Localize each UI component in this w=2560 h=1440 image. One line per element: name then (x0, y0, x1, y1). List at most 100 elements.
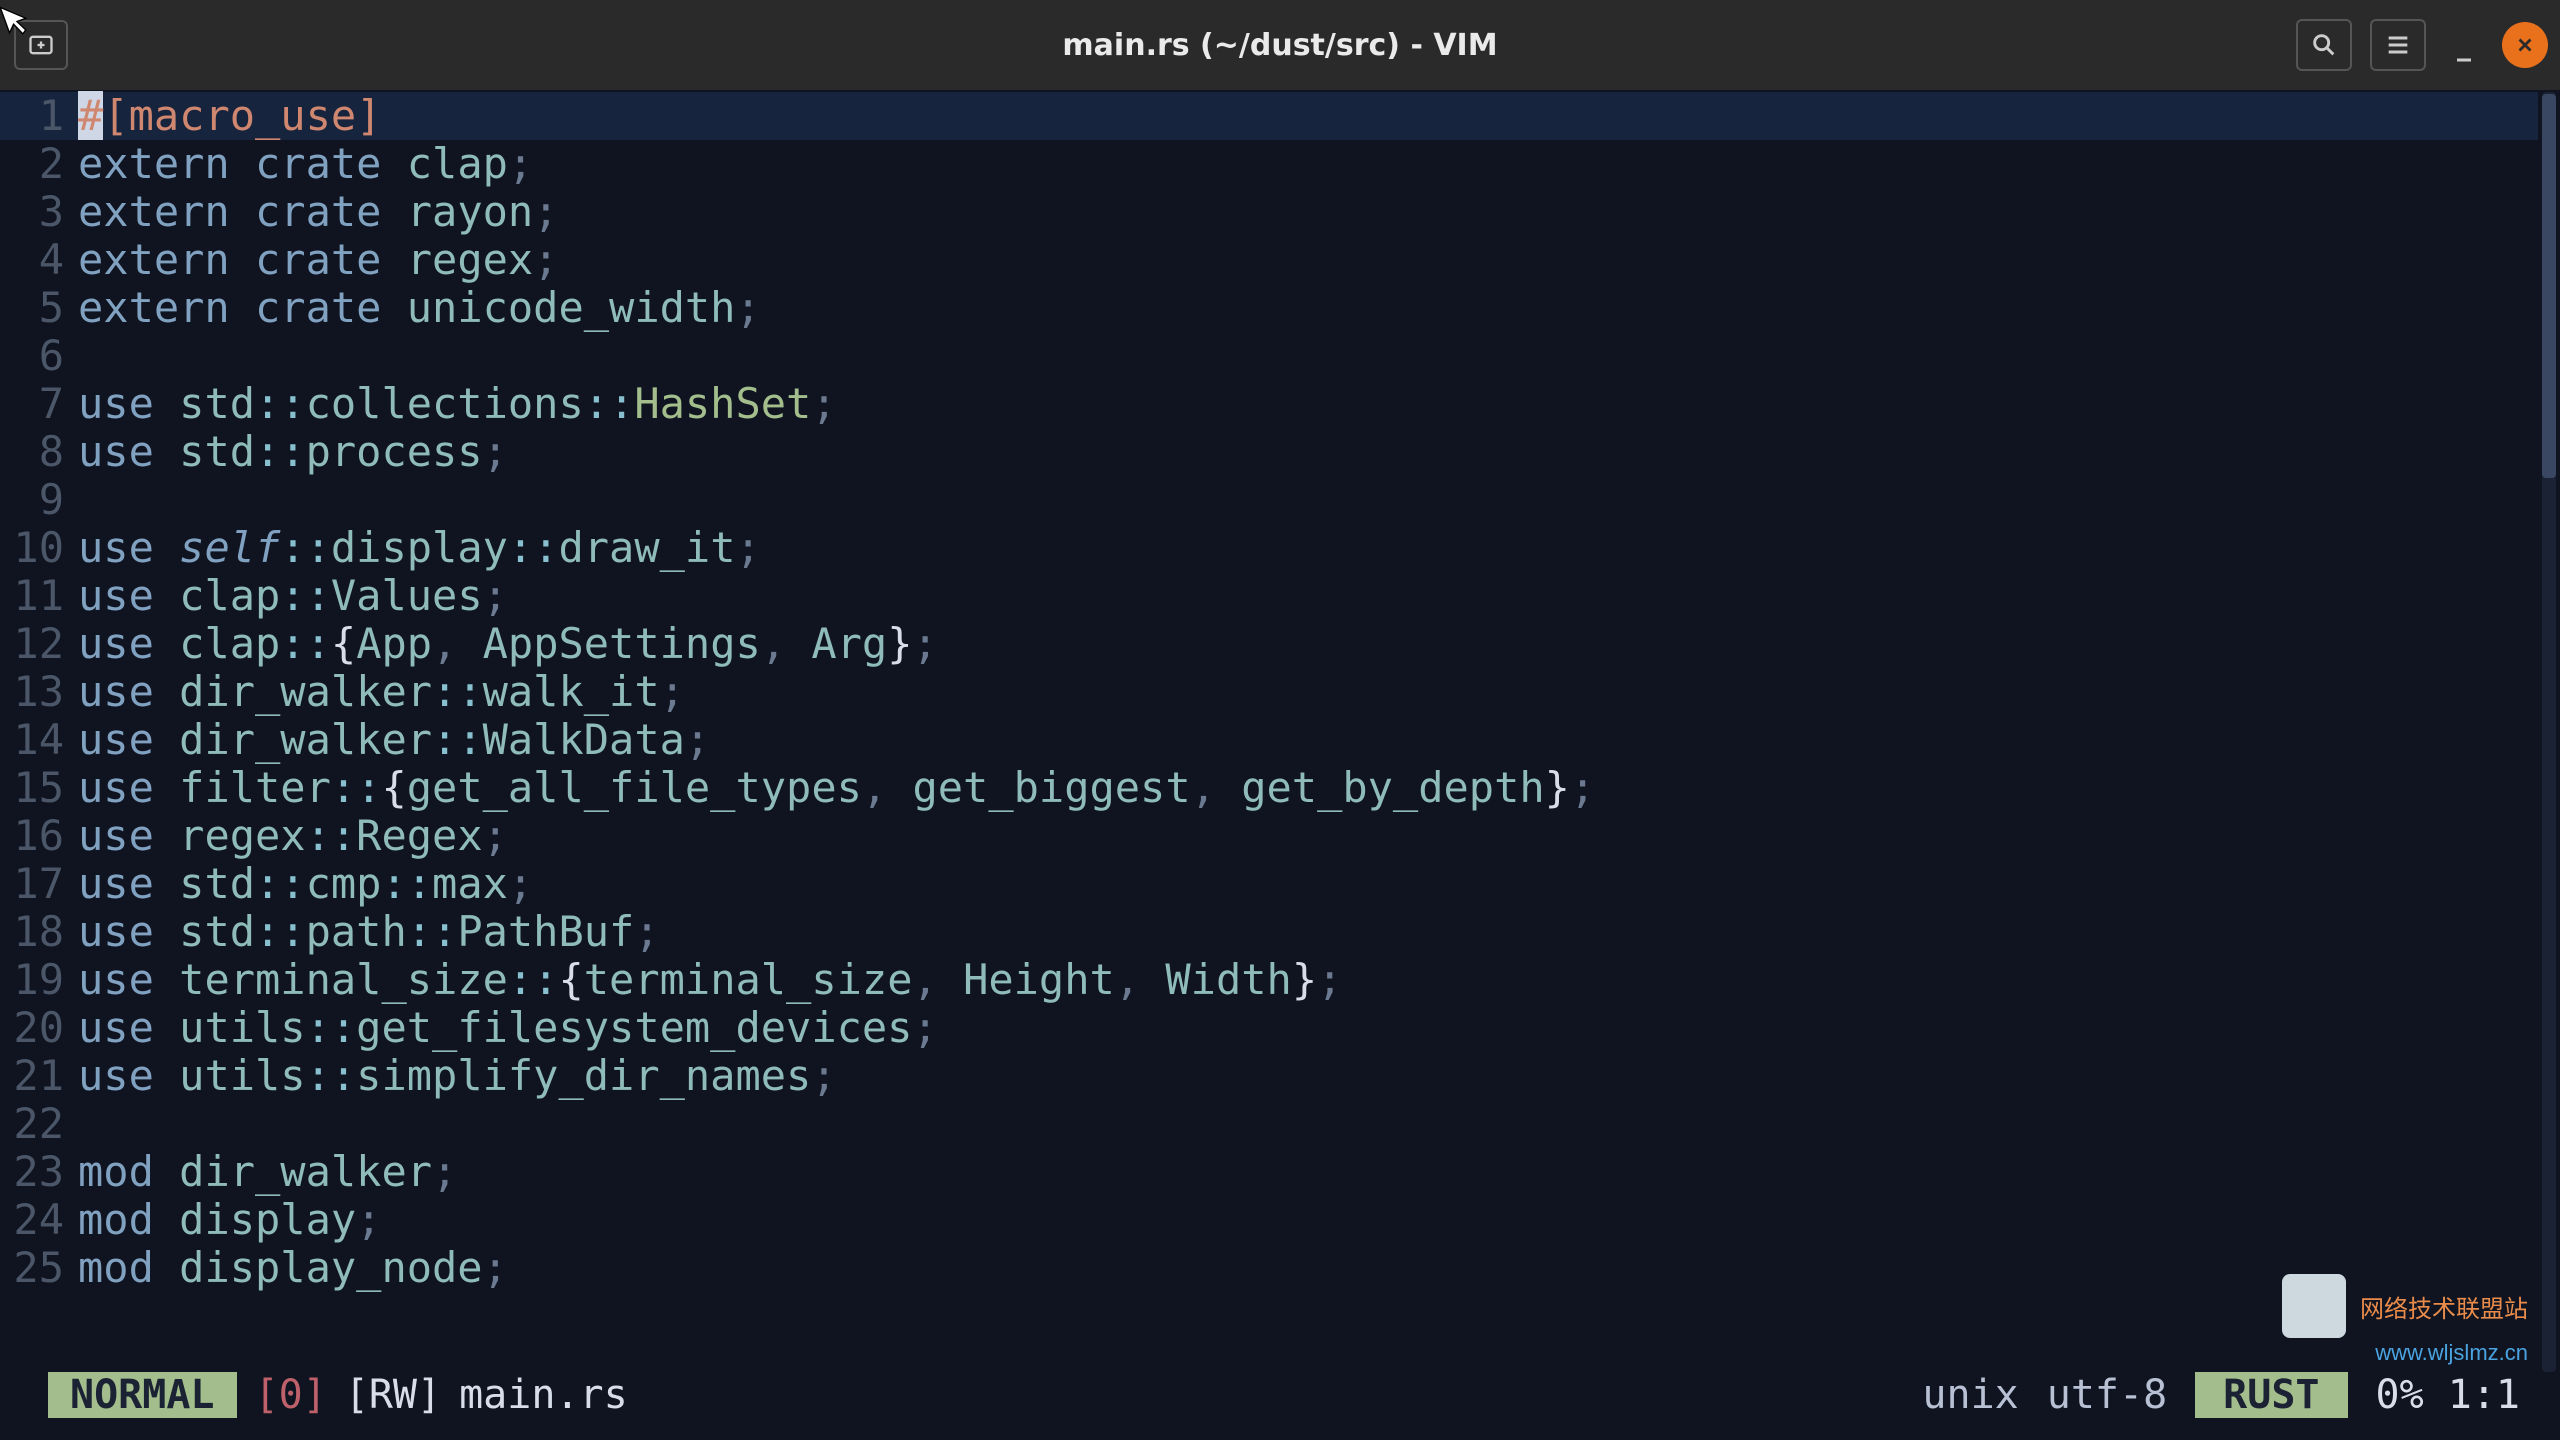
file-encoding: utf-8 (2047, 1372, 2167, 1418)
code-line[interactable]: 2extern crate clap; (0, 140, 2538, 188)
code-content[interactable]: use utils::simplify_dir_names; (78, 1052, 2538, 1100)
app-window: main.rs (~/dust/src) - VIM 1#[macro_use]… (0, 0, 2560, 1440)
code-line[interactable]: 3extern crate rayon; (0, 188, 2538, 236)
line-number: 19 (0, 956, 78, 1004)
watermark-text-1: 网络技术联盟站 (2360, 1289, 2528, 1324)
code-line[interactable]: 11use clap::Values; (0, 572, 2538, 620)
line-number: 23 (0, 1148, 78, 1196)
buffer-number: [0] (255, 1372, 327, 1418)
minimize-icon (2452, 41, 2476, 65)
code-content[interactable]: use dir_walker::WalkData; (78, 716, 2538, 764)
code-line[interactable]: 23mod dir_walker; (0, 1148, 2538, 1196)
code-line[interactable]: 8use std::process; (0, 428, 2538, 476)
code-content[interactable]: use regex::Regex; (78, 812, 2538, 860)
code-content[interactable]: use filter::{get_all_file_types, get_big… (78, 764, 2538, 812)
code-line[interactable]: 18use std::path::PathBuf; (0, 908, 2538, 956)
mode-indicator: NORMAL (48, 1372, 237, 1418)
code-content[interactable]: use clap::Values; (78, 572, 2538, 620)
cursor-position: 0% 1:1 (2376, 1372, 2521, 1418)
line-number: 24 (0, 1196, 78, 1244)
code-line[interactable]: 1#[macro_use] (0, 92, 2538, 140)
search-button[interactable] (2296, 19, 2352, 71)
watermark-logo (2282, 1274, 2346, 1338)
code-line[interactable]: 21use utils::simplify_dir_names; (0, 1052, 2538, 1100)
code-content[interactable]: extern crate clap; (78, 140, 2538, 188)
code-content[interactable]: use terminal_size::{terminal_size, Heigh… (78, 956, 2538, 1004)
code-content[interactable]: mod display_node; (78, 1244, 2538, 1292)
line-number: 10 (0, 524, 78, 572)
line-number: 8 (0, 428, 78, 476)
window-controls (2296, 19, 2548, 71)
line-number: 11 (0, 572, 78, 620)
editor[interactable]: 1#[macro_use]2extern crate clap;3extern … (0, 90, 2560, 1440)
code-line[interactable]: 17use std::cmp::max; (0, 860, 2538, 908)
line-number: 7 (0, 380, 78, 428)
line-number: 20 (0, 1004, 78, 1052)
code-content[interactable]: extern crate rayon; (78, 188, 2538, 236)
code-line[interactable]: 22 (0, 1100, 2538, 1148)
line-number: 3 (0, 188, 78, 236)
search-icon (2310, 31, 2338, 59)
new-tab-icon (27, 31, 55, 59)
code-line[interactable]: 7use std::collections::HashSet; (0, 380, 2538, 428)
code-content[interactable]: use clap::{App, AppSettings, Arg}; (78, 620, 2538, 668)
line-number: 18 (0, 908, 78, 956)
code-content[interactable]: use utils::get_filesystem_devices; (78, 1004, 2538, 1052)
scrollbar-thumb[interactable] (2542, 94, 2556, 478)
line-number: 16 (0, 812, 78, 860)
close-icon (2514, 34, 2536, 56)
line-number: 25 (0, 1244, 78, 1292)
line-number: 21 (0, 1052, 78, 1100)
code-area[interactable]: 1#[macro_use]2extern crate clap;3extern … (0, 92, 2538, 1372)
menu-button[interactable] (2370, 19, 2426, 71)
code-content[interactable]: use std::cmp::max; (78, 860, 2538, 908)
window-title: main.rs (~/dust/src) - VIM (1062, 28, 1497, 63)
line-number: 15 (0, 764, 78, 812)
statusline: NORMAL [0] [RW] main.rs unix utf-8 RUST … (0, 1372, 2560, 1418)
code-line[interactable]: 19use terminal_size::{terminal_size, Hei… (0, 956, 2538, 1004)
code-content[interactable]: use std::collections::HashSet; (78, 380, 2538, 428)
code-content[interactable]: use std::process; (78, 428, 2538, 476)
code-line[interactable]: 20use utils::get_filesystem_devices; (0, 1004, 2538, 1052)
new-tab-button[interactable] (14, 20, 68, 70)
filetype: RUST (2195, 1372, 2347, 1418)
code-line[interactable]: 5extern crate unicode_width; (0, 284, 2538, 332)
minimize-button[interactable] (2444, 25, 2484, 65)
code-content[interactable]: mod dir_walker; (78, 1148, 2538, 1196)
line-number: 12 (0, 620, 78, 668)
watermark: 网络技术联盟站 www.wljslmz.cn (2282, 1274, 2528, 1366)
code-content[interactable]: mod display; (78, 1196, 2538, 1244)
code-content[interactable] (78, 332, 2538, 380)
line-number: 6 (0, 332, 78, 380)
titlebar: main.rs (~/dust/src) - VIM (0, 0, 2560, 90)
watermark-text-2: www.wljslmz.cn (2282, 1340, 2528, 1366)
line-number: 9 (0, 476, 78, 524)
code-line[interactable]: 24mod display; (0, 1196, 2538, 1244)
line-number: 5 (0, 284, 78, 332)
code-line[interactable]: 15use filter::{get_all_file_types, get_b… (0, 764, 2538, 812)
code-content[interactable]: use dir_walker::walk_it; (78, 668, 2538, 716)
filename: main.rs (459, 1372, 628, 1418)
code-content[interactable]: use std::path::PathBuf; (78, 908, 2538, 956)
code-line[interactable]: 14use dir_walker::WalkData; (0, 716, 2538, 764)
code-line[interactable]: 4extern crate regex; (0, 236, 2538, 284)
code-line[interactable]: 13use dir_walker::walk_it; (0, 668, 2538, 716)
code-line[interactable]: 6 (0, 332, 2538, 380)
rw-indicator: [RW] (345, 1372, 441, 1418)
line-number: 17 (0, 860, 78, 908)
scrollbar[interactable] (2542, 92, 2556, 1372)
code-line[interactable]: 25mod display_node; (0, 1244, 2538, 1292)
code-line[interactable]: 12use clap::{App, AppSettings, Arg}; (0, 620, 2538, 668)
close-button[interactable] (2502, 22, 2548, 68)
code-content[interactable]: extern crate regex; (78, 236, 2538, 284)
code-line[interactable]: 16use regex::Regex; (0, 812, 2538, 860)
code-content[interactable]: #[macro_use] (78, 92, 2538, 140)
code-content[interactable] (78, 1100, 2538, 1148)
code-line[interactable]: 10use self::display::draw_it; (0, 524, 2538, 572)
code-content[interactable]: use self::display::draw_it; (78, 524, 2538, 572)
code-line[interactable]: 9 (0, 476, 2538, 524)
code-content[interactable] (78, 476, 2538, 524)
line-number: 2 (0, 140, 78, 188)
code-content[interactable]: extern crate unicode_width; (78, 284, 2538, 332)
line-number: 22 (0, 1100, 78, 1148)
